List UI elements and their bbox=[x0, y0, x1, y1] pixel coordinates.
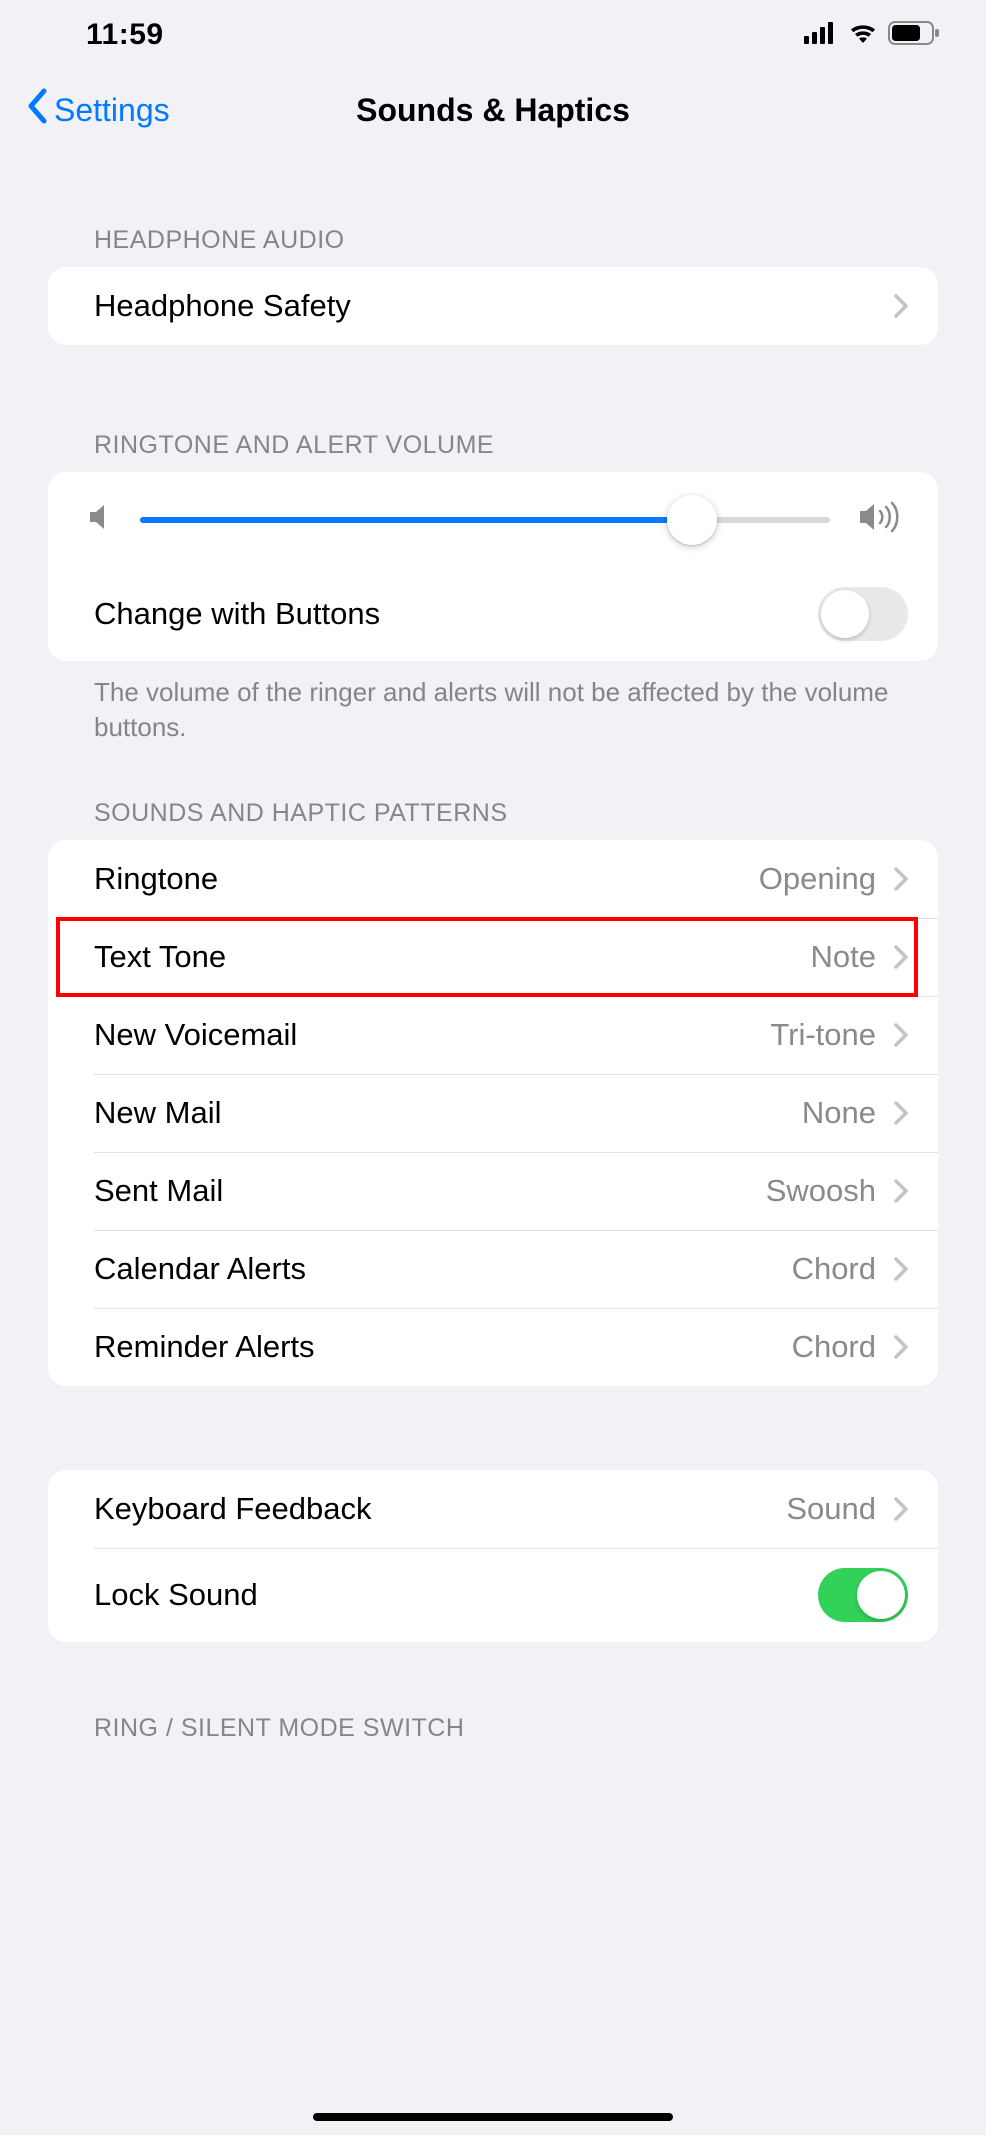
text-tone-label: Text Tone bbox=[94, 939, 811, 975]
volume-slider-fill bbox=[140, 517, 692, 523]
keyboard-feedback-label: Keyboard Feedback bbox=[94, 1491, 786, 1527]
lock-sound-toggle[interactable] bbox=[818, 1568, 908, 1622]
back-label: Settings bbox=[54, 92, 170, 129]
change-with-buttons-label: Change with Buttons bbox=[94, 596, 818, 632]
volume-slider-row bbox=[48, 472, 938, 567]
speaker-high-icon bbox=[858, 500, 902, 539]
ringtone-value: Opening bbox=[759, 861, 876, 897]
cellular-icon bbox=[804, 22, 838, 49]
wifi-icon bbox=[848, 22, 878, 49]
home-indicator[interactable] bbox=[313, 2113, 673, 2121]
navigation-bar: Settings Sounds & Haptics bbox=[0, 70, 986, 150]
lock-sound-row[interactable]: Lock Sound bbox=[48, 1548, 938, 1642]
reminder-alerts-value: Chord bbox=[792, 1329, 876, 1365]
lock-sound-label: Lock Sound bbox=[94, 1577, 818, 1613]
chevron-right-icon bbox=[894, 1101, 908, 1125]
new-mail-row[interactable]: New Mail None bbox=[48, 1074, 938, 1152]
chevron-right-icon bbox=[894, 294, 908, 318]
toggle-knob bbox=[857, 1571, 905, 1619]
chevron-right-icon bbox=[894, 867, 908, 891]
text-tone-row[interactable]: Text Tone Note bbox=[48, 918, 938, 996]
status-bar: 11:59 bbox=[0, 0, 986, 70]
chevron-right-icon bbox=[894, 1179, 908, 1203]
reminder-alerts-row[interactable]: Reminder Alerts Chord bbox=[48, 1308, 938, 1386]
headphone-safety-label: Headphone Safety bbox=[94, 288, 894, 324]
chevron-right-icon bbox=[894, 1257, 908, 1281]
group-patterns: Ringtone Opening Text Tone Note New Voic… bbox=[48, 840, 938, 1386]
section-header-patterns: SOUNDS AND HAPTIC PATTERNS bbox=[48, 799, 938, 840]
chevron-right-icon bbox=[894, 1023, 908, 1047]
reminder-alerts-label: Reminder Alerts bbox=[94, 1329, 792, 1365]
new-voicemail-row[interactable]: New Voicemail Tri-tone bbox=[48, 996, 938, 1074]
new-voicemail-value: Tri-tone bbox=[770, 1017, 876, 1053]
volume-slider[interactable] bbox=[140, 517, 830, 523]
sent-mail-label: Sent Mail bbox=[94, 1173, 766, 1209]
ringtone-row[interactable]: Ringtone Opening bbox=[48, 840, 938, 918]
group-headphone-audio: Headphone Safety bbox=[48, 267, 938, 345]
speaker-low-icon bbox=[88, 502, 112, 537]
sent-mail-value: Swoosh bbox=[766, 1173, 876, 1209]
chevron-right-icon bbox=[894, 1335, 908, 1359]
section-header-ring-silent: RING / SILENT MODE SWITCH bbox=[48, 1714, 938, 1743]
new-mail-label: New Mail bbox=[94, 1095, 802, 1131]
back-chevron-icon bbox=[26, 88, 48, 132]
ringtone-label: Ringtone bbox=[94, 861, 759, 897]
section-header-headphone-audio: HEADPHONE AUDIO bbox=[48, 226, 938, 267]
group-volume: Change with Buttons bbox=[48, 472, 938, 661]
section-header-volume: RINGTONE AND ALERT VOLUME bbox=[48, 431, 938, 472]
text-tone-value: Note bbox=[811, 939, 876, 975]
volume-slider-thumb[interactable] bbox=[667, 495, 717, 545]
status-icons bbox=[804, 21, 940, 50]
headphone-safety-row[interactable]: Headphone Safety bbox=[48, 267, 938, 345]
new-mail-value: None bbox=[802, 1095, 876, 1131]
group-feedback: Keyboard Feedback Sound Lock Sound bbox=[48, 1470, 938, 1642]
calendar-alerts-row[interactable]: Calendar Alerts Chord bbox=[48, 1230, 938, 1308]
calendar-alerts-label: Calendar Alerts bbox=[94, 1251, 792, 1287]
volume-footer-text: The volume of the ringer and alerts will… bbox=[48, 661, 938, 745]
new-voicemail-label: New Voicemail bbox=[94, 1017, 770, 1053]
change-with-buttons-row[interactable]: Change with Buttons bbox=[48, 567, 938, 661]
sent-mail-row[interactable]: Sent Mail Swoosh bbox=[48, 1152, 938, 1230]
status-time: 11:59 bbox=[86, 18, 164, 52]
toggle-knob bbox=[821, 590, 869, 638]
back-button[interactable]: Settings bbox=[26, 88, 170, 132]
calendar-alerts-value: Chord bbox=[792, 1251, 876, 1287]
keyboard-feedback-row[interactable]: Keyboard Feedback Sound bbox=[48, 1470, 938, 1548]
chevron-right-icon bbox=[894, 945, 908, 969]
keyboard-feedback-value: Sound bbox=[786, 1491, 876, 1527]
chevron-right-icon bbox=[894, 1497, 908, 1521]
battery-icon bbox=[888, 21, 940, 50]
change-with-buttons-toggle[interactable] bbox=[818, 587, 908, 641]
